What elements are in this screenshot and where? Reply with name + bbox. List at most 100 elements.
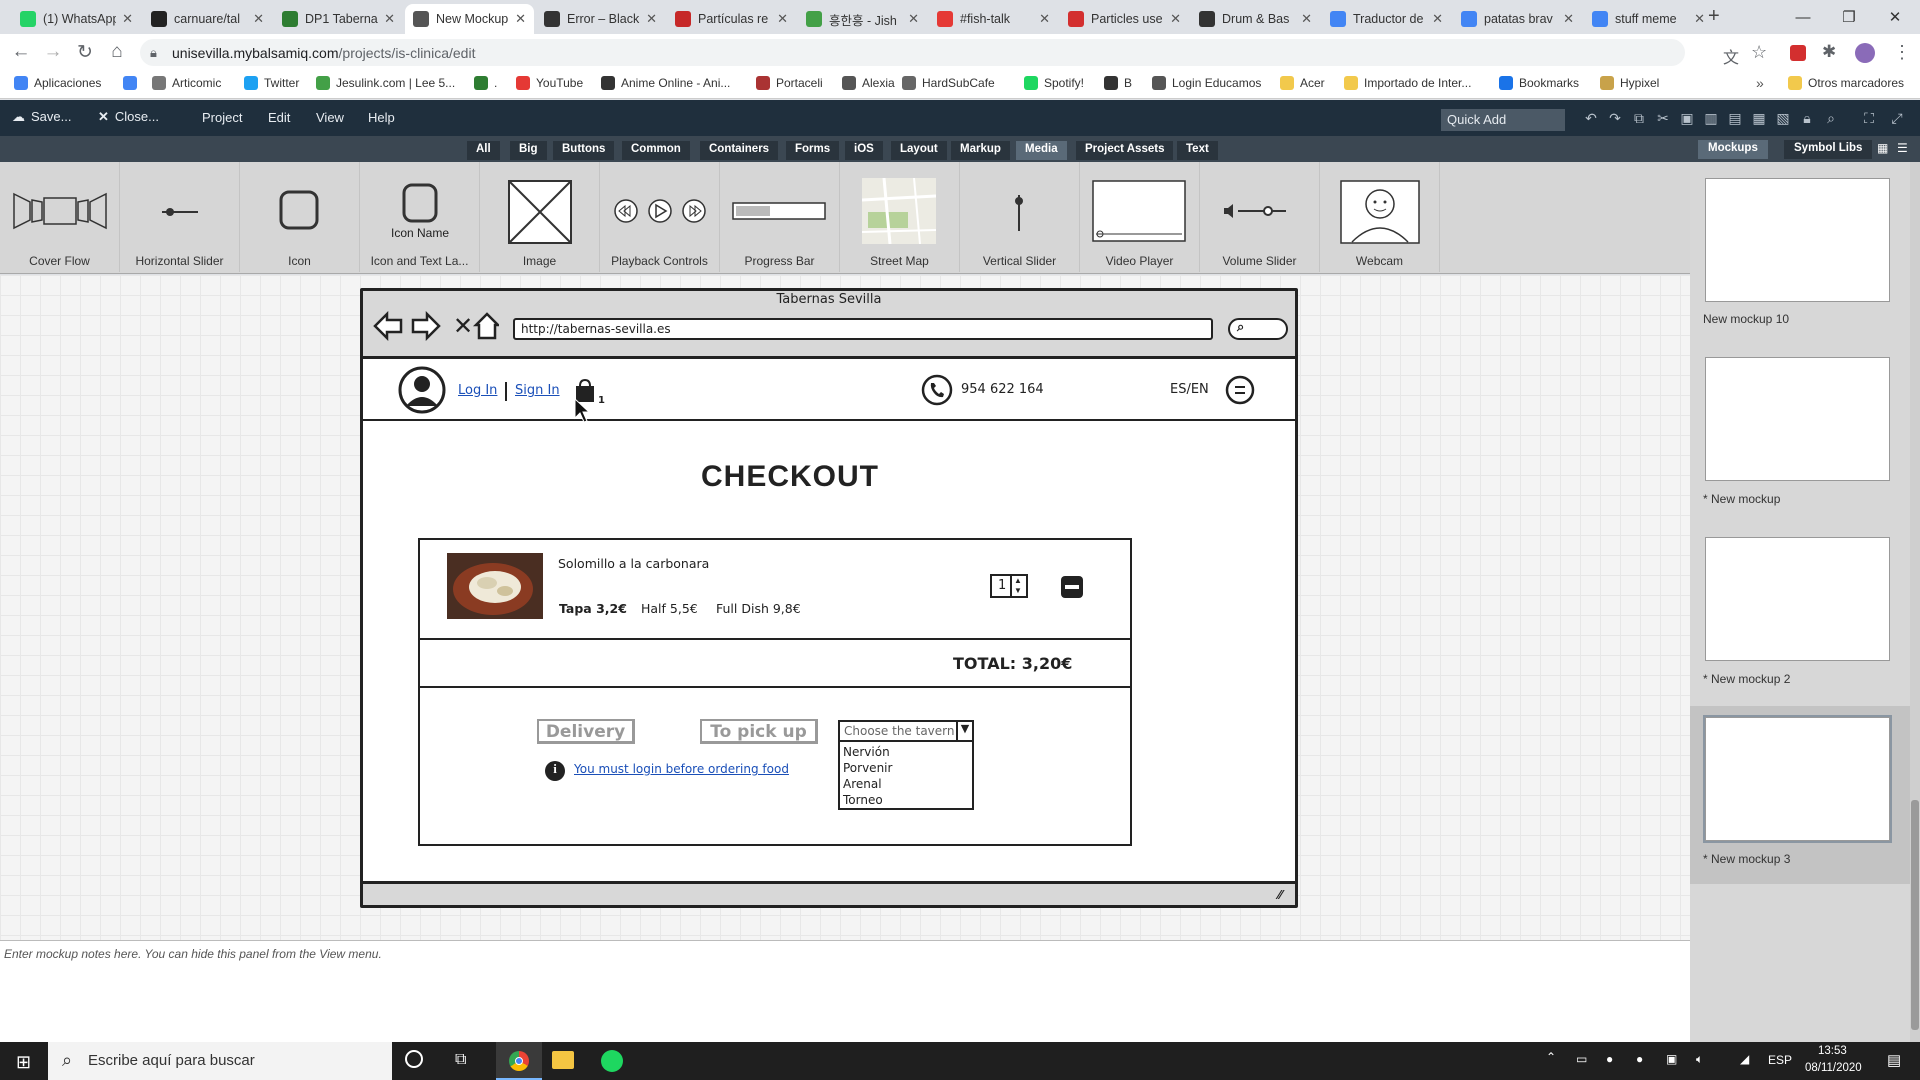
- tab-close-icon[interactable]: ✕: [646, 11, 657, 27]
- tavern-select[interactable]: Choose the tavern ▼: [838, 720, 974, 742]
- tab-mockups[interactable]: Mockups: [1698, 140, 1768, 159]
- quick-add-input[interactable]: Quick Add: [1441, 109, 1565, 131]
- fullscreen-icon[interactable]: ⛶: [1861, 110, 1877, 126]
- bookmark-item[interactable]: YouTube: [516, 76, 583, 90]
- profile-avatar[interactable]: [1855, 43, 1875, 63]
- paste-icon[interactable]: ▣: [1679, 110, 1695, 126]
- back-icon[interactable]: ←: [8, 40, 34, 64]
- maximize-button[interactable]: ❐: [1826, 0, 1872, 34]
- browser-tab[interactable]: Drum & Bas ✕: [1191, 4, 1320, 34]
- mockup-thumbnail[interactable]: [1703, 715, 1892, 843]
- reload-icon[interactable]: ↻: [72, 40, 98, 64]
- category-tab[interactable]: Layout: [891, 141, 947, 160]
- browser-tab[interactable]: Particles use ✕: [1060, 4, 1189, 34]
- bookmark-item[interactable]: Hypixel: [1600, 76, 1659, 90]
- category-tab[interactable]: Text: [1177, 141, 1218, 160]
- cut-icon[interactable]: ✂: [1655, 110, 1671, 126]
- delivery-button[interactable]: Delivery: [537, 719, 635, 744]
- mockup-url-field[interactable]: http://tabernas-sevilla.es: [513, 318, 1213, 340]
- tab-close-icon[interactable]: ✕: [1432, 11, 1443, 27]
- category-tab[interactable]: Project Assets: [1076, 141, 1174, 160]
- chrome-menu-icon[interactable]: ⋮: [1893, 42, 1911, 63]
- delete-icon[interactable]: ▥: [1703, 110, 1719, 126]
- mockup-name[interactable]: * New mockup 2: [1703, 672, 1790, 686]
- clock-time[interactable]: 13:53: [1818, 1045, 1847, 1057]
- bookmark-item[interactable]: Articomic: [152, 76, 221, 90]
- redo-icon[interactable]: ↷: [1607, 110, 1623, 126]
- quantity-stepper[interactable]: 1 ▲ ▼: [990, 574, 1028, 598]
- tavern-option[interactable]: Arenal: [843, 777, 882, 791]
- category-tab[interactable]: All: [467, 141, 500, 160]
- file-explorer-icon[interactable]: [552, 1051, 574, 1069]
- cortana-icon[interactable]: [405, 1050, 423, 1068]
- bookmark-item[interactable]: Importado de Inter...: [1344, 76, 1471, 90]
- browser-tab[interactable]: DP1 Taberna ✕: [274, 4, 403, 34]
- bookmark-item[interactable]: Twitter: [244, 76, 299, 90]
- new-tab-button[interactable]: +: [1708, 5, 1720, 28]
- tray-chevron-icon[interactable]: ⌃: [1546, 1050, 1556, 1064]
- language-switch[interactable]: ES/EN: [1170, 382, 1209, 397]
- mockup-name[interactable]: * New mockup 3: [1703, 852, 1790, 866]
- category-tab[interactable]: Common: [622, 141, 690, 160]
- input-language[interactable]: ESP: [1768, 1053, 1792, 1067]
- align-icon[interactable]: ▦: [1751, 110, 1767, 126]
- price-full[interactable]: Full Dish 9,8€: [716, 601, 801, 616]
- tab-close-icon[interactable]: ✕: [1039, 11, 1050, 27]
- windows-start-icon[interactable]: ⊞: [16, 1052, 31, 1073]
- bookmark-item[interactable]: .: [474, 76, 497, 90]
- bookmark-item[interactable]: Alexia: [842, 76, 895, 90]
- tab-close-icon[interactable]: ✕: [515, 11, 526, 27]
- volume-icon[interactable]: 🔈︎: [1696, 1052, 1703, 1067]
- mockup-thumbnail[interactable]: [1705, 178, 1890, 302]
- mockup-thumbnail[interactable]: [1705, 357, 1890, 481]
- tray-app-icon[interactable]: ●: [1636, 1052, 1643, 1066]
- mockup-name[interactable]: New mockup 10: [1703, 312, 1789, 326]
- category-tab[interactable]: Big: [510, 141, 547, 160]
- clock-date[interactable]: 08/11/2020: [1805, 1062, 1862, 1074]
- tab-close-icon[interactable]: ✕: [1563, 11, 1574, 27]
- mockup-name[interactable]: * New mockup: [1703, 492, 1780, 506]
- tab-close-icon[interactable]: ✕: [1301, 11, 1312, 27]
- resize-handle-icon[interactable]: ⁄⁄: [1278, 887, 1282, 902]
- menu-edit[interactable]: Edit: [268, 110, 290, 125]
- bookmark-item[interactable]: [123, 76, 143, 90]
- save-button[interactable]: ☁ Save...: [12, 109, 71, 125]
- taskbar-search-input[interactable]: Escribe aquí para buscar: [48, 1042, 392, 1080]
- tab-close-icon[interactable]: ✕: [1170, 11, 1181, 27]
- signin-link[interactable]: Sign In: [515, 383, 560, 398]
- tab-close-icon[interactable]: ✕: [122, 11, 133, 27]
- forward-icon[interactable]: →: [40, 40, 66, 64]
- menu-view[interactable]: View: [316, 110, 344, 125]
- lock-icon[interactable]: 🔒︎: [1799, 110, 1815, 126]
- spotify-icon[interactable]: [601, 1050, 623, 1072]
- bookmark-star-icon[interactable]: ☆: [1751, 42, 1767, 63]
- undo-icon[interactable]: ↶: [1583, 110, 1599, 126]
- mockup-search-field[interactable]: ⌕: [1228, 318, 1288, 340]
- panel-scrollbar-thumb[interactable]: [1911, 800, 1919, 1030]
- display-icon[interactable]: ▣: [1666, 1052, 1677, 1066]
- tab-close-icon[interactable]: ✕: [1694, 11, 1705, 27]
- mockup-thumbnail[interactable]: [1705, 537, 1890, 661]
- browser-tab[interactable]: Error – Black ✕: [536, 4, 665, 34]
- hamburger-menu-icon[interactable]: [1225, 375, 1255, 405]
- browser-tab[interactable]: patatas brav ✕: [1453, 4, 1582, 34]
- category-tab[interactable]: Forms: [786, 141, 840, 160]
- bookmark-item[interactable]: HardSubCafe: [902, 76, 995, 90]
- tavern-option[interactable]: Porvenir: [843, 761, 892, 775]
- grid-view-icon[interactable]: ▦: [1877, 141, 1888, 155]
- chrome-taskbar-button[interactable]: [496, 1042, 542, 1080]
- other-bookmarks[interactable]: Otros marcadores: [1788, 76, 1904, 90]
- login-warning-link[interactable]: You must login before ordering food: [574, 762, 789, 776]
- tab-symbol-libs[interactable]: Symbol Libs: [1784, 140, 1873, 159]
- translate-icon[interactable]: 文: [1723, 44, 1739, 68]
- browser-tab[interactable]: Partículas re ✕: [667, 4, 796, 34]
- category-tab[interactable]: Media: [1016, 141, 1067, 160]
- more-bookmarks-icon[interactable]: »: [1756, 75, 1764, 91]
- window-close-button[interactable]: ✕: [1872, 0, 1918, 34]
- tab-close-icon[interactable]: ✕: [908, 11, 919, 27]
- tavern-option[interactable]: Torneo: [843, 793, 883, 807]
- bookmark-item[interactable]: B: [1104, 76, 1132, 90]
- group-icon[interactable]: ▤: [1727, 110, 1743, 126]
- tab-close-icon[interactable]: ✕: [384, 11, 395, 27]
- bookmark-item[interactable]: Aplicaciones: [14, 76, 101, 90]
